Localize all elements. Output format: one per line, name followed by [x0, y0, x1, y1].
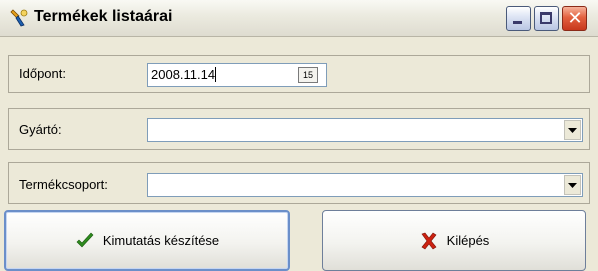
manufacturer-label: Gyártó:	[19, 122, 62, 137]
exit-label: Kilépés	[446, 233, 490, 248]
minimize-button[interactable]	[506, 6, 531, 31]
x-icon	[421, 232, 437, 249]
calendar-button[interactable]: 15	[298, 67, 318, 83]
create-report-label: Kimutatás készítése	[102, 233, 220, 248]
app-icon	[9, 7, 31, 29]
date-panel: Időpont: 2008.11.14 15	[8, 55, 590, 93]
calendar-icon: 15	[302, 70, 313, 80]
exit-button[interactable]: Kilépés	[322, 210, 586, 271]
product-group-dropdown-button[interactable]	[564, 175, 581, 195]
title-bar[interactable]: Termékek listaárai ✕	[0, 0, 598, 37]
manufacturer-dropdown-button[interactable]	[564, 120, 581, 140]
checkmark-icon	[76, 232, 94, 247]
manufacturer-combobox[interactable]	[147, 118, 583, 142]
maximize-icon	[540, 12, 552, 24]
close-icon: ✕	[567, 8, 583, 28]
chevron-down-icon	[568, 128, 577, 133]
date-field[interactable]: 2008.11.14 15	[147, 63, 327, 87]
date-value: 2008.11.14	[151, 67, 216, 82]
date-value-wrap: 2008.11.14	[151, 67, 217, 82]
create-report-button[interactable]: Kimutatás készítése	[4, 210, 290, 271]
maximize-button[interactable]	[534, 6, 559, 31]
product-group-label: Termékcsoport:	[19, 177, 108, 192]
minimize-icon	[513, 21, 522, 24]
window-title: Termékek listaárai	[34, 8, 173, 25]
product-group-combobox[interactable]	[147, 173, 583, 197]
product-group-panel: Termékcsoport:	[8, 162, 590, 204]
close-button[interactable]: ✕	[562, 6, 587, 31]
manufacturer-panel: Gyártó:	[8, 108, 590, 150]
window: Termékek listaárai ✕ Időpont: 2008.11.14…	[0, 0, 598, 271]
date-label: Időpont:	[19, 66, 66, 81]
chevron-down-icon	[568, 183, 577, 188]
text-caret	[215, 67, 217, 82]
